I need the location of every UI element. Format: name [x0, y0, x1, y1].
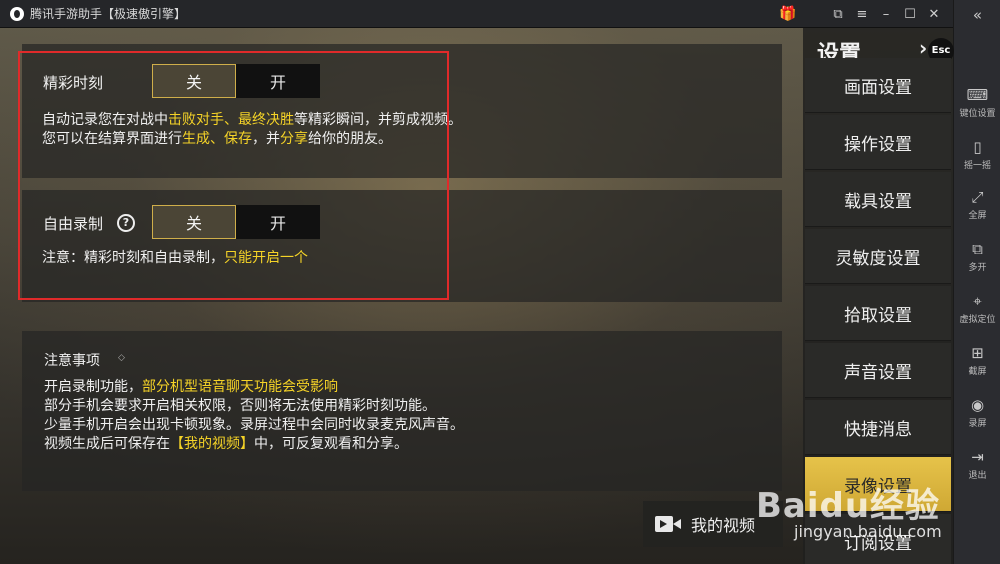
highlight-text: 部分机型语音聊天功能会受影响 — [142, 379, 338, 395]
toolbar-shake[interactable]: ▯ 摇一摇 — [954, 138, 1000, 171]
highlight-text: 【我的视频】 — [170, 436, 254, 452]
highlight-text: 生成、保存 — [182, 131, 252, 147]
chevron-right-icon[interactable]: › — [919, 36, 927, 60]
text: 给你的朋友。 — [308, 131, 392, 147]
free-record-panel — [22, 190, 782, 302]
text: ，并 — [252, 131, 280, 147]
highlights-description-line1: 自动记录您在对战中击败对手、最终决胜等精彩瞬间，并剪成视频。 — [42, 110, 462, 130]
toolbar-label: 截屏 — [968, 367, 987, 377]
gift-icon[interactable]: 🎁 — [779, 6, 796, 22]
notes-line: 部分手机会要求开启相关权限，否则将无法使用精彩时刻功能。 — [44, 398, 436, 414]
collapse-toolbar-icon[interactable]: « — [954, 4, 1000, 26]
highlights-label: 精彩时刻 — [43, 74, 104, 92]
my-videos-label: 我的视频 — [691, 516, 756, 535]
emulator-toolbar: « ⌨ 键位设置 ▯ 摇一摇 ⤢ 全屏 ⧉ 多开 ⌖ 虚拟定位 ⊞ 截屏 ◉ 录… — [953, 0, 1000, 564]
menu-item-sensitivity[interactable]: 灵敏度设置 — [805, 229, 951, 284]
location-icon: ⌖ — [973, 292, 982, 310]
text: 自动记录您在对战中 — [42, 112, 168, 128]
text: 中，可反复观看和分享。 — [254, 436, 408, 452]
menu-item-sound[interactable]: 声音设置 — [805, 343, 951, 398]
notes-line: 视频生成后可保存在【我的视频】中，可反复观看和分享。 — [44, 435, 464, 454]
menu-item-recording[interactable]: 录像设置 — [805, 457, 951, 512]
toolbar-screenshot[interactable]: ⊞ 截屏 — [954, 344, 1000, 377]
keyboard-icon: ⌨ — [966, 86, 989, 104]
toolbar-virtual-location[interactable]: ⌖ 虚拟定位 — [954, 292, 1000, 325]
app-logo-icon — [10, 6, 24, 21]
menu-item-quick-messages[interactable]: 快捷消息 — [805, 400, 951, 455]
video-camera-icon — [655, 516, 681, 532]
minimize-icon[interactable]: – — [874, 0, 898, 28]
toolbar-exit[interactable]: ⇥ 退出 — [954, 448, 1000, 481]
notes-line: 少量手机开启会出现卡顿现象。录屏过程中会同时收录麦克风声音。 — [44, 417, 464, 433]
menu-item-pickup[interactable]: 拾取设置 — [805, 286, 951, 341]
toolbar-label: 退出 — [968, 471, 987, 481]
maximize-icon[interactable]: ☐ — [898, 0, 922, 28]
toolbar-multi-instance[interactable]: ⧉ 多开 — [954, 240, 1000, 273]
free-record-note: 注意：精彩时刻和自由录制，只能开启一个 — [42, 248, 308, 268]
exit-icon: ⇥ — [971, 448, 984, 466]
multi-instance-icon: ⧉ — [972, 240, 983, 258]
title-bar: 腾讯手游助手【极速傲引擎】 🎁 ⧉ ≡ – ☐ ✕ — [0, 0, 1000, 28]
highlight-text: 只能开启一个 — [224, 250, 308, 266]
notes-line: 开启录制功能，部分机型语音聊天功能会受影响 — [44, 378, 464, 397]
highlights-on-option[interactable]: 开 — [236, 64, 320, 98]
highlights-off-option[interactable]: 关 — [152, 64, 236, 98]
notes-title: 注意事项 — [44, 353, 100, 369]
shake-icon: ▯ — [973, 138, 982, 156]
menu-item-graphics[interactable]: 画面设置 — [805, 58, 951, 113]
menu-item-vehicle[interactable]: 载具设置 — [805, 172, 951, 227]
record-icon: ◉ — [970, 396, 985, 414]
diamond-icon: ◇ — [118, 353, 125, 363]
toolbar-label: 虚拟定位 — [959, 315, 996, 325]
my-videos-button[interactable]: 我的视频 — [643, 501, 783, 547]
toolbar-label: 多开 — [968, 263, 987, 273]
toolbar-label: 全屏 — [968, 211, 987, 221]
window-title: 腾讯手游助手【极速傲引擎】 — [30, 7, 187, 21]
menu-item-controls[interactable]: 操作设置 — [805, 115, 951, 170]
close-icon[interactable]: ✕ — [922, 0, 946, 28]
menu-icon[interactable]: ≡ — [850, 0, 874, 28]
text: 注意：精彩时刻和自由录制， — [42, 250, 224, 266]
free-record-toggle: 关 开 — [152, 205, 320, 239]
picture-in-picture-icon[interactable]: ⧉ — [826, 0, 850, 28]
text: 您可以在结算界面进行 — [42, 131, 182, 147]
settings-menu: 设置 › Esc 画面设置 操作设置 载具设置 灵敏度设置 拾取设置 声音设置 … — [803, 28, 954, 564]
highlight-text: 击败对手、最终决胜 — [168, 112, 294, 128]
fullscreen-icon: ⤢ — [971, 188, 984, 206]
toolbar-label: 录屏 — [968, 419, 987, 429]
toolbar-label: 键位设置 — [959, 109, 996, 119]
screenshot-icon: ⊞ — [971, 344, 984, 362]
help-icon[interactable]: ? — [117, 214, 135, 232]
highlight-text: 分享 — [280, 131, 308, 147]
text: 开启录制功能， — [44, 379, 142, 395]
text: 等精彩瞬间，并剪成视频。 — [294, 112, 462, 128]
free-record-label: 自由录制 — [43, 215, 104, 233]
highlights-description-line2: 您可以在结算界面进行生成、保存，并分享给你的朋友。 — [42, 129, 392, 149]
toolbar-fullscreen[interactable]: ⤢ 全屏 — [954, 188, 1000, 221]
toolbar-label: 摇一摇 — [963, 161, 991, 171]
highlights-toggle: 关 开 — [152, 64, 320, 98]
toolbar-key-settings[interactable]: ⌨ 键位设置 — [954, 86, 1000, 119]
text: 视频生成后可保存在 — [44, 436, 170, 452]
game-screen: 精彩时刻 关 开 自动记录您在对战中击败对手、最终决胜等精彩瞬间，并剪成视频。 … — [0, 28, 954, 564]
free-record-off-option[interactable]: 关 — [152, 205, 236, 239]
menu-item-subscription[interactable]: 订阅设置 — [805, 514, 951, 564]
toolbar-record[interactable]: ◉ 录屏 — [954, 396, 1000, 429]
window-controls: ⧉ ≡ – ☐ ✕ — [826, 0, 946, 28]
notes-body: 开启录制功能，部分机型语音聊天功能会受影响 部分手机会要求开启相关权限，否则将无… — [44, 378, 464, 454]
free-record-on-option[interactable]: 开 — [236, 205, 320, 239]
